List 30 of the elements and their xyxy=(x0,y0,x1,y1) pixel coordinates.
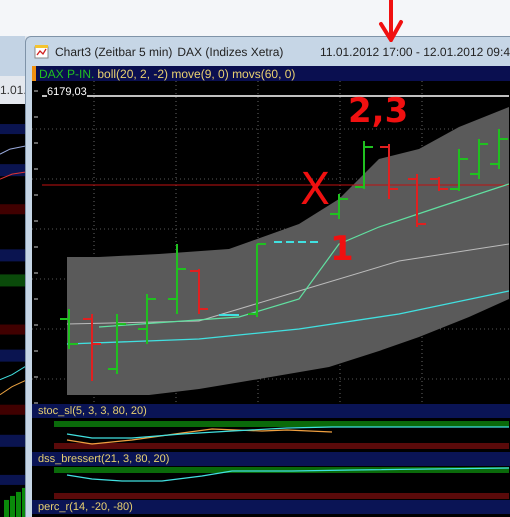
price-label: 6179,03 xyxy=(47,86,87,98)
indicator-label: boll(20, 2, -2) move(9, 0) movs(60, 0) xyxy=(97,66,296,80)
price-bar xyxy=(450,149,468,191)
symbol-label: DAX P-IN. xyxy=(39,66,94,80)
instrument-label: DAX (Indizes Xetra) xyxy=(177,44,284,58)
price-bar xyxy=(355,141,373,189)
chart-icon xyxy=(34,44,50,60)
annotation-arrow xyxy=(376,0,406,42)
price-bar xyxy=(470,139,488,179)
indicator-label: dss_bressert(21, 3, 80, 20) xyxy=(38,452,170,466)
price-bar xyxy=(108,314,126,374)
indicator-label: stoc_sl(5, 3, 3, 80, 20) xyxy=(38,404,147,418)
price-bar xyxy=(138,294,156,344)
dash-mark xyxy=(219,314,239,316)
indicator-label: perc_r(14, -20, -80) xyxy=(38,500,133,514)
price-bar xyxy=(190,269,208,314)
price-bar xyxy=(490,129,508,169)
handwritten-note: 2,3 xyxy=(348,94,408,128)
dashed-line xyxy=(274,241,319,243)
price-bar xyxy=(168,244,186,314)
window-title: Chart3 (Zeitbar 5 min) xyxy=(55,44,172,58)
price-bar xyxy=(408,174,426,227)
window-title: 1.01. xyxy=(0,83,27,97)
price-bar xyxy=(430,177,448,191)
price-bar xyxy=(83,314,101,381)
date-range: 11.01.2012 17:00 - 12.01.2012 09:4 xyxy=(320,44,510,58)
price-bar xyxy=(380,144,398,199)
price-bar xyxy=(330,194,348,219)
panel-marker xyxy=(32,66,36,81)
price-bar xyxy=(60,309,78,349)
